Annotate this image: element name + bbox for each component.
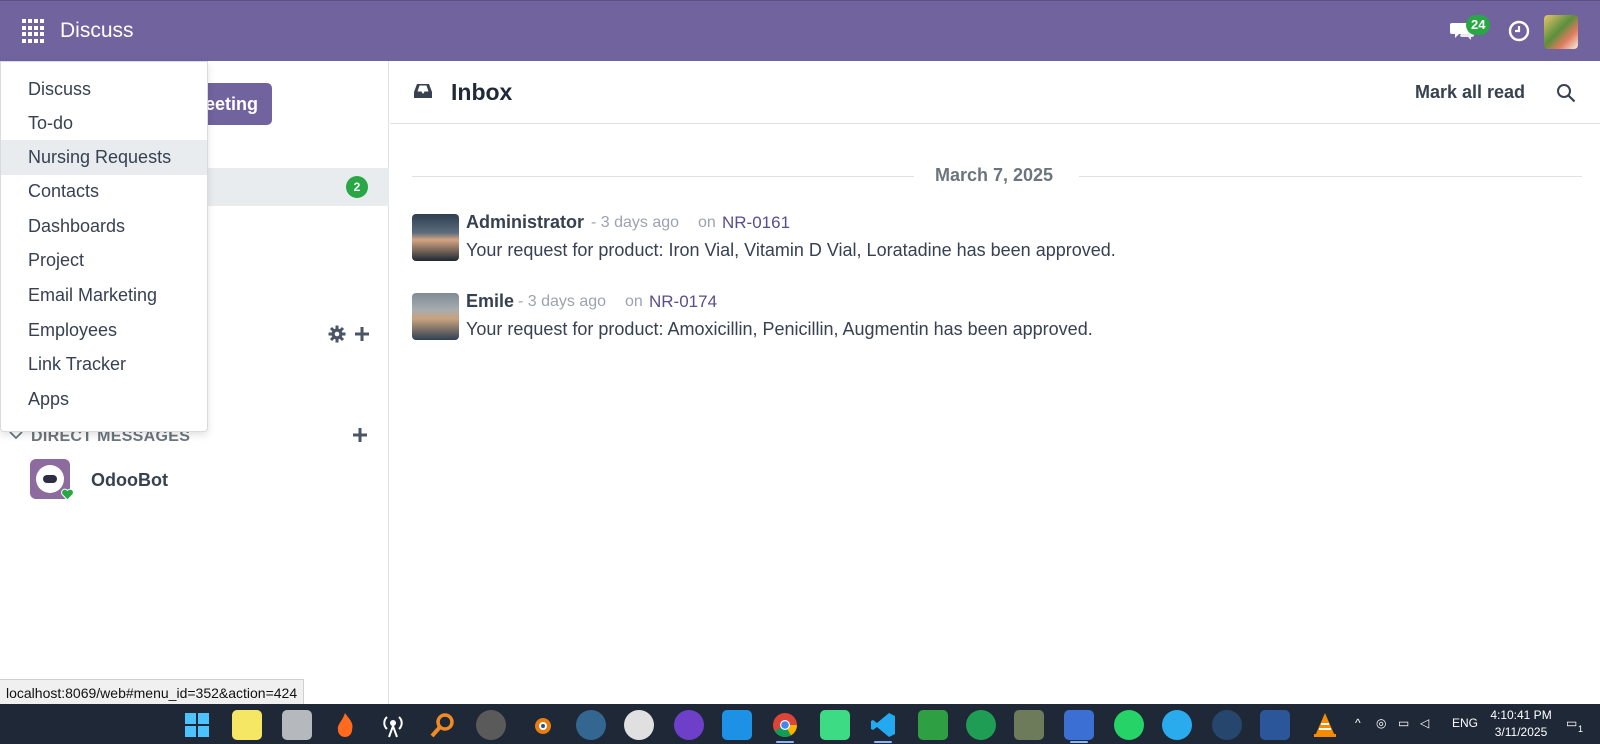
whatsapp-icon[interactable] (1114, 710, 1144, 740)
windows-start-icon[interactable] (182, 710, 212, 740)
menu-item-todo[interactable]: To-do (1, 106, 207, 141)
app-title[interactable]: Discuss (60, 19, 134, 43)
docker-icon[interactable] (722, 710, 752, 740)
inbox-count-badge: 2 (346, 176, 368, 198)
gear-app-icon[interactable] (966, 710, 996, 740)
record-link[interactable]: NR-0161 (722, 213, 790, 233)
pipe-app-icon[interactable] (918, 710, 948, 740)
x-app-icon[interactable] (1014, 710, 1044, 740)
menu-item-apps[interactable]: Apps (1, 382, 207, 417)
menu-item-employees[interactable]: Employees (1, 313, 207, 348)
flame-app-icon[interactable] (330, 710, 360, 740)
message-body: Your request for product: Iron Vial, Vit… (466, 240, 1116, 260)
search-app-icon[interactable] (624, 710, 654, 740)
message-on-label: on (698, 214, 716, 231)
tray-overflow-icon[interactable]: ^ (1355, 716, 1361, 730)
clock-time: 4:10:41 PM (1490, 708, 1552, 722)
message-on-label: on (625, 293, 643, 310)
activity-clock-icon[interactable] (1508, 20, 1530, 42)
volume-icon[interactable]: ◁ (1420, 716, 1429, 730)
message-author[interactable]: Emile (466, 291, 514, 312)
add-direct-message-icon[interactable] (352, 427, 368, 443)
online-heart-icon (61, 488, 74, 501)
author-avatar[interactable] (412, 293, 459, 340)
message-time: - 3 days ago (591, 214, 680, 231)
chrome-icon[interactable] (770, 710, 800, 740)
search-icon[interactable] (1556, 83, 1576, 103)
menu-item-dashboards[interactable]: Dashboards (1, 209, 207, 244)
telegram-icon[interactable] (1162, 710, 1192, 740)
vscode-icon[interactable] (868, 710, 898, 740)
hotspot-icon[interactable] (378, 710, 408, 740)
menu-item-link-tracker[interactable]: Link Tracker (1, 347, 207, 382)
notification-icon[interactable]: ▭ (1566, 716, 1577, 730)
battery-icon[interactable]: ▭ (1398, 716, 1409, 730)
menu-item-discuss[interactable]: Discuss (1, 72, 207, 107)
file-explorer-icon[interactable] (282, 710, 312, 740)
vlc-icon[interactable] (1310, 710, 1340, 740)
message-body: Your request for product: Amoxicillin, P… (466, 319, 1093, 339)
messaging-count-badge: 24 (1466, 15, 1491, 35)
add-channel-icon[interactable] (354, 326, 370, 342)
screen-capture-icon[interactable] (820, 710, 850, 740)
message-author[interactable]: Administrator (466, 212, 584, 233)
menu-item-contacts[interactable]: Contacts (1, 174, 207, 209)
record-link[interactable]: NR-0174 (649, 292, 717, 312)
apps-grid-icon[interactable] (22, 19, 46, 43)
wordpress-icon[interactable] (1212, 710, 1242, 740)
windows-taskbar: ^ ◎ ▭ ◁ ENG 4:10:41 PM 3/11/2025 ▭ 1 (0, 704, 1600, 744)
author-avatar[interactable] (412, 214, 459, 261)
sidebar-item-odoobot[interactable]: OdooBot (0, 459, 389, 507)
message-item[interactable]: Emile - 3 days ago on NR-0174 Your reque… (412, 289, 1582, 349)
clock-date: 3/11/2025 (1494, 725, 1548, 739)
blender-icon[interactable] (526, 710, 556, 740)
search-tool-icon[interactable] (428, 710, 458, 740)
inbox-header: Inbox Mark all read (390, 61, 1600, 124)
menu-item-nursing-requests[interactable]: Nursing Requests (1, 140, 207, 175)
inbox-icon (414, 84, 432, 98)
status-url: localhost:8069/web#menu_id=352&action=42… (0, 679, 305, 705)
taskbar-clock[interactable]: 4:10:41 PM 3/11/2025 (1486, 707, 1556, 741)
menu-item-project[interactable]: Project (1, 243, 207, 278)
date-separator: March 7, 2025 (412, 165, 1582, 189)
date-label: March 7, 2025 (935, 165, 1054, 185)
message-item[interactable]: Administrator - 3 days ago on NR-0161 Yo… (412, 210, 1582, 270)
notification-count: 1 (1578, 724, 1584, 734)
message-time: - 3 days ago (518, 293, 607, 310)
mark-all-read-button[interactable]: Mark all read (1415, 82, 1525, 103)
app-menu-dropdown: Discuss To-do Nursing Requests Contacts … (0, 61, 208, 432)
sticky-notes-icon[interactable] (232, 710, 262, 740)
menu-item-email-marketing[interactable]: Email Marketing (1, 278, 207, 313)
top-navbar: Discuss 24 (0, 0, 1600, 61)
user-avatar[interactable] (1544, 15, 1578, 49)
postgresql-icon[interactable] (576, 710, 606, 740)
page-title: Inbox (451, 79, 513, 105)
github-desktop-icon[interactable] (674, 710, 704, 740)
grid-app-icon[interactable] (1064, 710, 1094, 740)
input-language[interactable]: ENG (1452, 716, 1478, 730)
odoobot-name: OdooBot (91, 470, 168, 490)
word-icon[interactable] (1260, 710, 1290, 740)
language-icon[interactable]: ◎ (1376, 716, 1386, 730)
gear-icon[interactable] (328, 325, 346, 343)
gimp-icon[interactable] (476, 710, 506, 740)
